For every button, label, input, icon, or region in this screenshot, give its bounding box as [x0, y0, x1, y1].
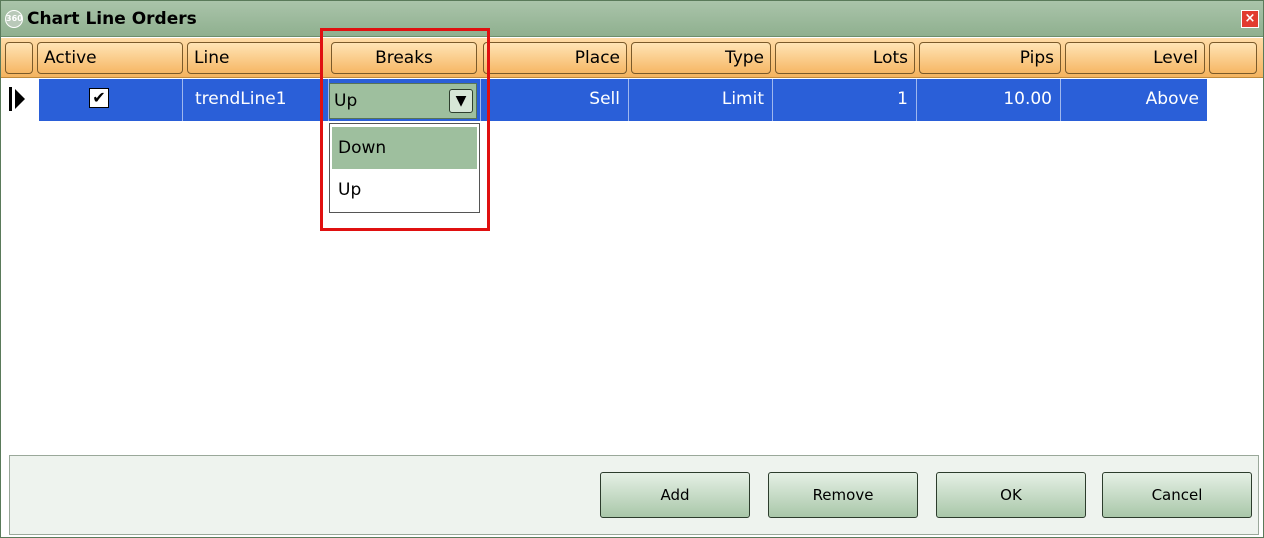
cell-line[interactable]: trendLine1 [187, 79, 329, 121]
ok-button[interactable]: OK [936, 472, 1086, 518]
column-header-pips[interactable]: Pips [919, 42, 1061, 74]
add-button[interactable]: Add [600, 472, 750, 518]
column-header-line[interactable]: Line [187, 42, 323, 74]
column-header-place[interactable]: Place [483, 42, 627, 74]
row-selector[interactable] [1, 79, 39, 121]
cell-type[interactable]: Limit [629, 79, 773, 121]
column-header-active[interactable]: Active [37, 42, 183, 74]
cell-place[interactable]: Sell [481, 79, 629, 121]
dropdown-option-up[interactable]: Up [332, 169, 477, 211]
checkmark-icon[interactable]: ✔ [89, 88, 109, 108]
chevron-down-icon[interactable]: ▼ [449, 89, 473, 113]
row-header-corner [5, 42, 33, 74]
window-title: Chart Line Orders [27, 9, 197, 29]
cell-pips[interactable]: 10.00 [917, 79, 1061, 121]
chart-line-orders-window: 360 Chart Line Orders × Active Line Brea… [0, 0, 1264, 538]
close-icon[interactable]: × [1241, 10, 1259, 28]
grid-header: Active Line Breaks Place Type Lots Pips … [1, 38, 1263, 78]
row-pointer-bar [9, 87, 12, 111]
cell-active[interactable]: ✔ [39, 79, 183, 121]
column-header-filler [1209, 42, 1257, 74]
cancel-button[interactable]: Cancel [1102, 472, 1252, 518]
column-header-breaks[interactable]: Breaks [331, 42, 477, 74]
column-header-level[interactable]: Level [1065, 42, 1205, 74]
cell-level[interactable]: Above [1061, 79, 1207, 121]
app-360-icon: 360 [5, 10, 23, 28]
table-row[interactable]: ✔ trendLine1 Sell Limit 1 10.00 Above [39, 79, 1207, 121]
breaks-dropdown-list: Down Up [329, 123, 480, 213]
title-bar: 360 Chart Line Orders × [1, 1, 1263, 37]
breaks-combobox[interactable]: Up ▼ [329, 83, 477, 119]
breaks-current-value: Up [334, 91, 358, 111]
row-pointer-icon [15, 89, 25, 109]
column-header-lots[interactable]: Lots [775, 42, 915, 74]
remove-button[interactable]: Remove [768, 472, 918, 518]
column-header-type[interactable]: Type [631, 42, 771, 74]
cell-lots[interactable]: 1 [773, 79, 917, 121]
dropdown-option-down[interactable]: Down [332, 127, 477, 169]
button-bar: Add Remove OK Cancel [9, 455, 1259, 535]
